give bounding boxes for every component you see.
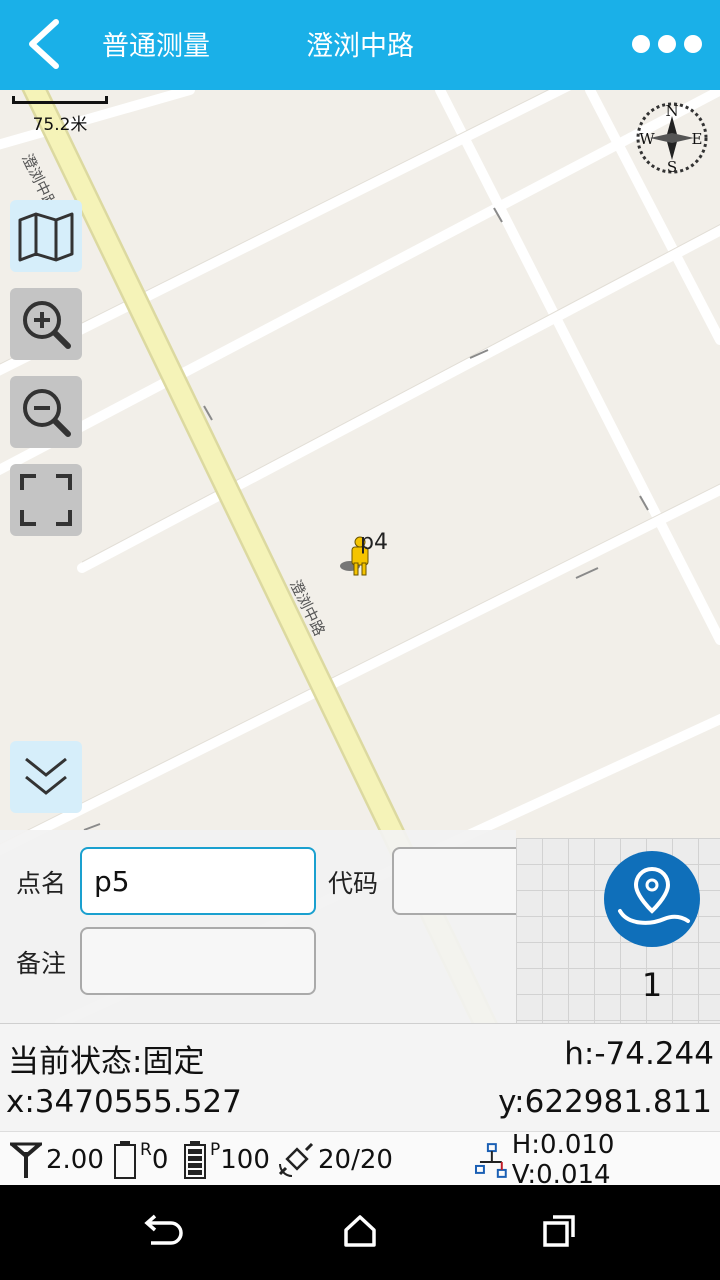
scale-label: 75.2米 — [32, 115, 88, 135]
h-value: -74.244 — [594, 1036, 714, 1072]
zoom-in-icon — [23, 301, 71, 349]
more-button[interactable] — [630, 30, 710, 60]
note-label: 备注 — [16, 949, 67, 978]
road-title: 澄浏中路 — [306, 31, 414, 62]
p-value: 100 — [220, 1145, 270, 1175]
header-bar: 普通测量 澄浏中路 — [0, 0, 720, 90]
precision-value: H:0.010 V:0.014 — [511, 1130, 615, 1190]
y-value: 622981.811 — [524, 1084, 712, 1120]
more-dot — [658, 35, 676, 53]
p-label: P — [210, 1140, 221, 1160]
home-icon — [344, 1215, 376, 1247]
system-navigation-bar — [0, 1185, 720, 1280]
x-readout: x:3470555.527 — [6, 1084, 242, 1120]
map-layers-button[interactable] — [10, 200, 82, 272]
nav-back-button[interactable] — [135, 1207, 185, 1257]
state-label: 当前状态: — [8, 1044, 143, 1080]
battery-empty-icon — [114, 1141, 136, 1179]
battery-full-icon — [184, 1141, 206, 1179]
map-layers-icon — [18, 212, 74, 262]
zoom-out-button[interactable] — [10, 376, 82, 448]
mode-title[interactable]: 普通测量 — [102, 24, 210, 63]
state-value: 固定 — [142, 1044, 205, 1080]
survey-point-button[interactable] — [604, 851, 700, 947]
zoom-in-button[interactable] — [10, 288, 82, 360]
compass-icon: N S W E — [636, 102, 708, 176]
collapse-toggle-button[interactable] — [10, 741, 82, 813]
x-value: 3470555.527 — [34, 1084, 242, 1120]
point-label: p4 — [360, 530, 388, 555]
scale-bar: 75.2米 — [12, 96, 108, 135]
x-label: x: — [6, 1084, 35, 1120]
receiver-status-bar: 2.00 R 0 P 100 20/20 H:0.010 V:0.014 — [0, 1130, 720, 1190]
satellite-icon — [278, 1142, 314, 1177]
precision-indicator[interactable]: H:0.010 V:0.014 — [474, 1130, 720, 1190]
status-panel: 当前状态:固定 h:-74.244 x:3470555.527 y:622981… — [0, 1023, 720, 1190]
satellites-value: 20/20 — [318, 1145, 393, 1175]
r-value: 0 — [151, 1145, 169, 1175]
more-dot — [684, 35, 702, 53]
back-arrow-icon — [144, 1214, 183, 1245]
location-survey-icon — [618, 866, 690, 925]
antenna-icon — [10, 1142, 42, 1178]
compass-s: S — [667, 158, 677, 176]
network-icon — [474, 1143, 507, 1178]
diff-age-value: 2.00 — [46, 1145, 104, 1175]
phone-battery-indicator[interactable]: P 100 — [182, 1140, 270, 1180]
note-input[interactable] — [80, 927, 316, 995]
point-form: 点名 代码 备注 — [0, 830, 588, 1023]
point-name-label: 点名 — [16, 869, 67, 898]
fullscreen-button[interactable] — [10, 464, 82, 536]
back-button[interactable] — [14, 14, 74, 74]
more-dots-icon — [632, 35, 650, 53]
rover-battery-indicator[interactable]: R 0 — [112, 1140, 168, 1180]
recents-icon — [543, 1215, 575, 1247]
nav-home-button[interactable] — [335, 1207, 385, 1257]
chevron-left-icon — [29, 19, 59, 69]
h-label: h: — [564, 1036, 595, 1072]
zoom-out-icon — [23, 389, 71, 437]
nav-recents-button[interactable] — [535, 1207, 585, 1257]
satellite-indicator[interactable]: 20/20 — [276, 1140, 393, 1180]
y-readout: y:622981.811 — [498, 1084, 712, 1120]
double-chevron-down-icon — [25, 757, 67, 795]
compass-n: N — [665, 102, 678, 120]
r-label: R — [140, 1140, 152, 1160]
point-count: 1 — [641, 966, 663, 1004]
y-label: y: — [498, 1084, 525, 1120]
scale-line — [12, 96, 108, 104]
point-name-input[interactable] — [80, 847, 316, 915]
diff-age-indicator[interactable]: 2.00 — [8, 1140, 104, 1180]
height-readout: h:-74.244 — [564, 1036, 714, 1072]
solution-status: 当前状态:固定 — [8, 1036, 204, 1081]
compass-w: W — [639, 130, 655, 148]
code-label: 代码 — [328, 869, 379, 898]
fullscreen-icon — [20, 474, 72, 526]
compass-e: E — [692, 130, 703, 148]
